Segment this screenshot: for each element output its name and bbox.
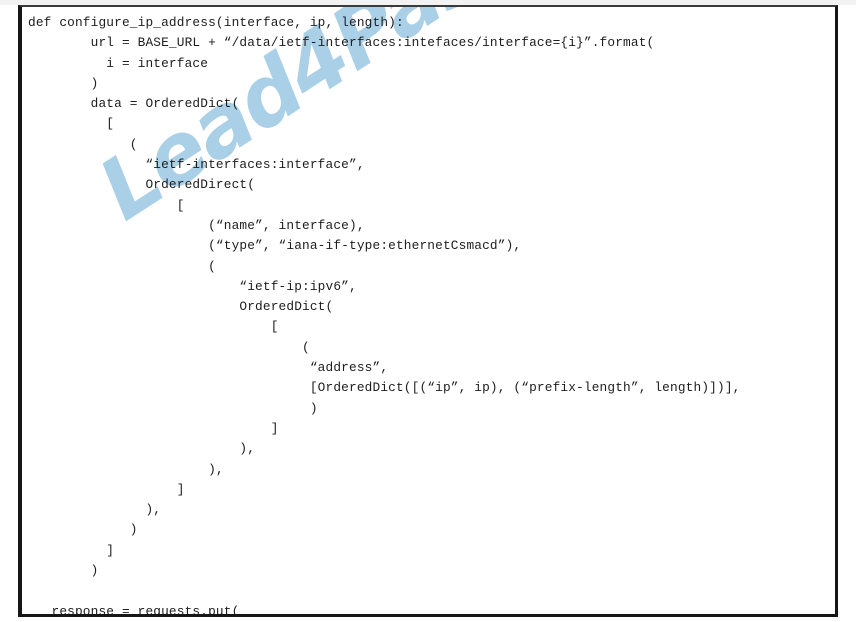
code-line: OrderedDirect( (28, 177, 256, 193)
code-line: ) (28, 400, 318, 416)
code-line: ( (28, 258, 216, 274)
code-line: ) (28, 522, 138, 538)
code-line: “ietf-interfaces:interface”, (28, 157, 365, 173)
code-line: ( (28, 136, 138, 152)
code-line: ), (28, 441, 256, 457)
code-line: data = OrderedDict( (28, 96, 240, 112)
code-line: ), (28, 502, 162, 518)
code-line: def configure_ip_address(interface, ip, … (28, 15, 404, 30)
code-line: i = interface (28, 55, 209, 71)
code-line: OrderedDict( (28, 299, 334, 315)
code-line: [ (28, 116, 115, 132)
code-line: [ (28, 197, 185, 213)
code-line: (“type”, “iana-if-type:ethernetCsmacd”), (28, 238, 522, 254)
code-line: ] (28, 481, 185, 497)
code-line: ] (28, 542, 115, 558)
code-line: ) (28, 563, 99, 579)
code-listing: def configure_ip_address(interface, ip, … (22, 7, 835, 614)
code-line: ( (28, 339, 310, 355)
code-block-frame: Lead4Pass.com def configure_ip_address(i… (18, 5, 838, 617)
code-line: url = BASE_URL + “/data/ietf-interfaces:… (28, 35, 655, 51)
code-line: response = requests.put( (28, 603, 240, 614)
code-line: [OrderedDict([(“ip”, ip), (“prefix-lengt… (28, 380, 741, 396)
code-line: “address”, (28, 360, 389, 376)
code-line: “ietf-ip:ipv6”, (28, 278, 357, 294)
code-surface: Lead4Pass.com def configure_ip_address(i… (22, 7, 835, 614)
code-line: ) (28, 75, 99, 91)
code-line: ), (28, 461, 224, 477)
code-line: ] (28, 420, 279, 436)
code-line: [ (28, 319, 279, 335)
code-line: (“name”, interface), (28, 217, 365, 233)
screenshot-root: Lead4Pass.com def configure_ip_address(i… (0, 0, 856, 622)
